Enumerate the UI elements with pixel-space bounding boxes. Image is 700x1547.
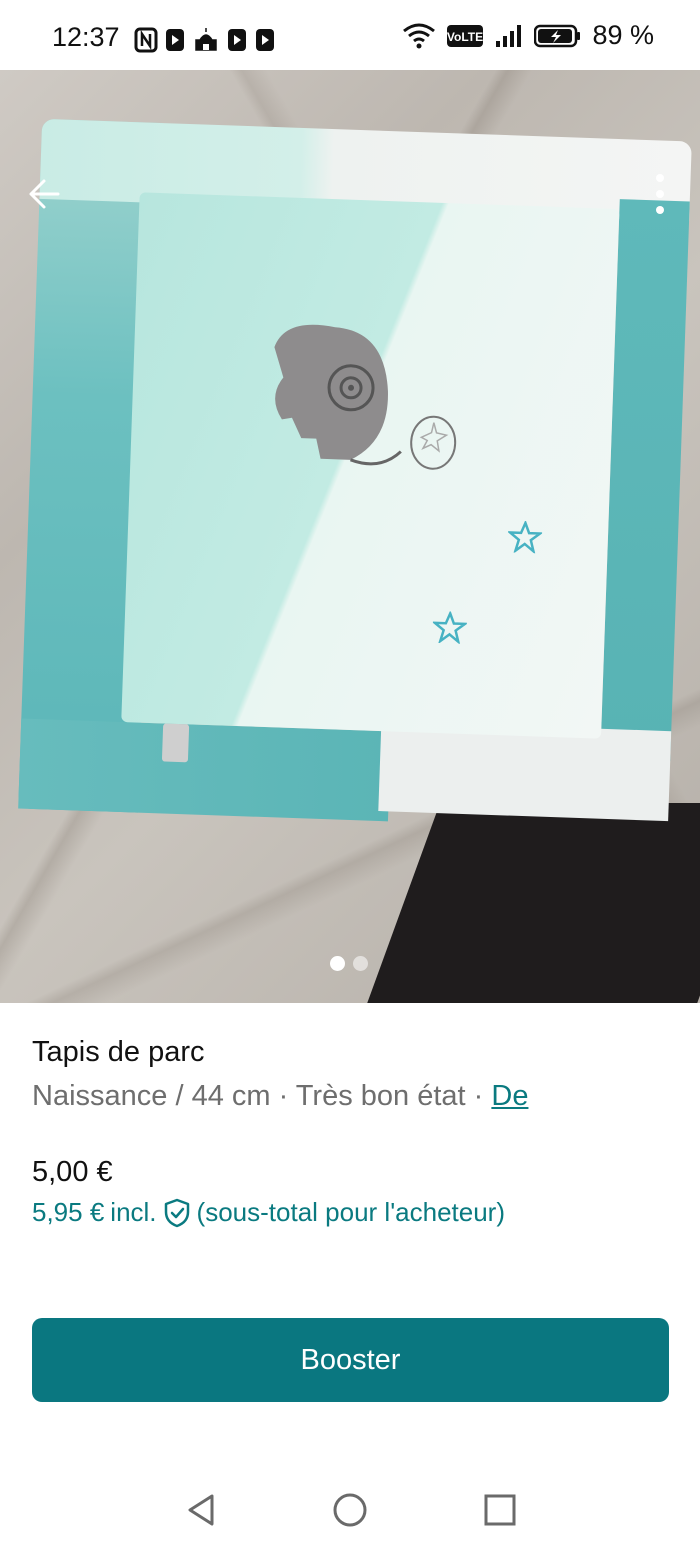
recents-square-icon[interactable]	[480, 1490, 520, 1530]
product-photo[interactable]	[0, 70, 700, 1003]
carousel-dot[interactable]	[353, 956, 368, 971]
buyer-price: 5,95 €	[32, 1197, 105, 1227]
volte-label: VoLTE	[447, 30, 483, 44]
item-price: 5,00 €	[32, 1156, 113, 1188]
elephant-illustration	[274, 324, 457, 470]
mosque-icon	[195, 28, 217, 51]
shield-check-icon	[164, 1198, 189, 1227]
buyer-incl-label: incl.	[110, 1197, 157, 1227]
app-notification-icon	[256, 29, 274, 51]
signal-icon	[496, 24, 522, 47]
buyer-subtotal-note: (sous-total pour l'acheteur)	[196, 1197, 505, 1227]
item-size: Naissance / 44 cm	[32, 1080, 271, 1112]
app-notification-icon	[166, 29, 184, 51]
carousel-indicator	[330, 956, 368, 971]
details-separator: ·	[270, 1080, 296, 1112]
item-condition: Très bon état	[295, 1080, 466, 1112]
home-circle-icon[interactable]	[330, 1490, 370, 1530]
battery-percent: 89 %	[592, 20, 654, 50]
system-nav-bar	[0, 1470, 700, 1547]
carousel-dot-active[interactable]	[330, 956, 345, 971]
status-time: 12:37	[52, 22, 120, 52]
brand-link[interactable]: De	[491, 1080, 528, 1112]
star-decoration	[432, 610, 468, 644]
details-separator: ·	[465, 1080, 492, 1112]
more-options-button[interactable]	[642, 170, 678, 218]
booster-button[interactable]: Booster	[32, 1318, 669, 1402]
playmat-image	[18, 118, 692, 831]
status-notification-icons	[134, 26, 276, 54]
status-bar: 12:37 VoLTE 89 %	[0, 0, 700, 80]
star-decoration	[507, 520, 543, 554]
app-notification-icon	[228, 29, 246, 51]
more-vertical-icon	[656, 174, 664, 214]
battery-charging-icon	[534, 24, 581, 47]
playmat-border-bottom-left	[18, 718, 392, 822]
wifi-icon	[403, 23, 436, 48]
arrow-left-icon	[29, 179, 60, 209]
item-details: Naissance / 44 cm · Très bon état · De	[32, 1080, 528, 1113]
item-title: Tapis de parc	[32, 1036, 205, 1068]
fabric-tag	[161, 723, 190, 763]
buyer-price-row[interactable]: 5,95 € incl. (sous-total pour l'acheteur…	[32, 1197, 505, 1228]
nfc-icon	[134, 27, 158, 53]
status-system-icons: VoLTE 89 %	[402, 20, 654, 51]
volte-icon: VoLTE	[447, 24, 484, 47]
back-triangle-icon[interactable]	[182, 1490, 222, 1530]
back-button[interactable]	[20, 170, 68, 218]
